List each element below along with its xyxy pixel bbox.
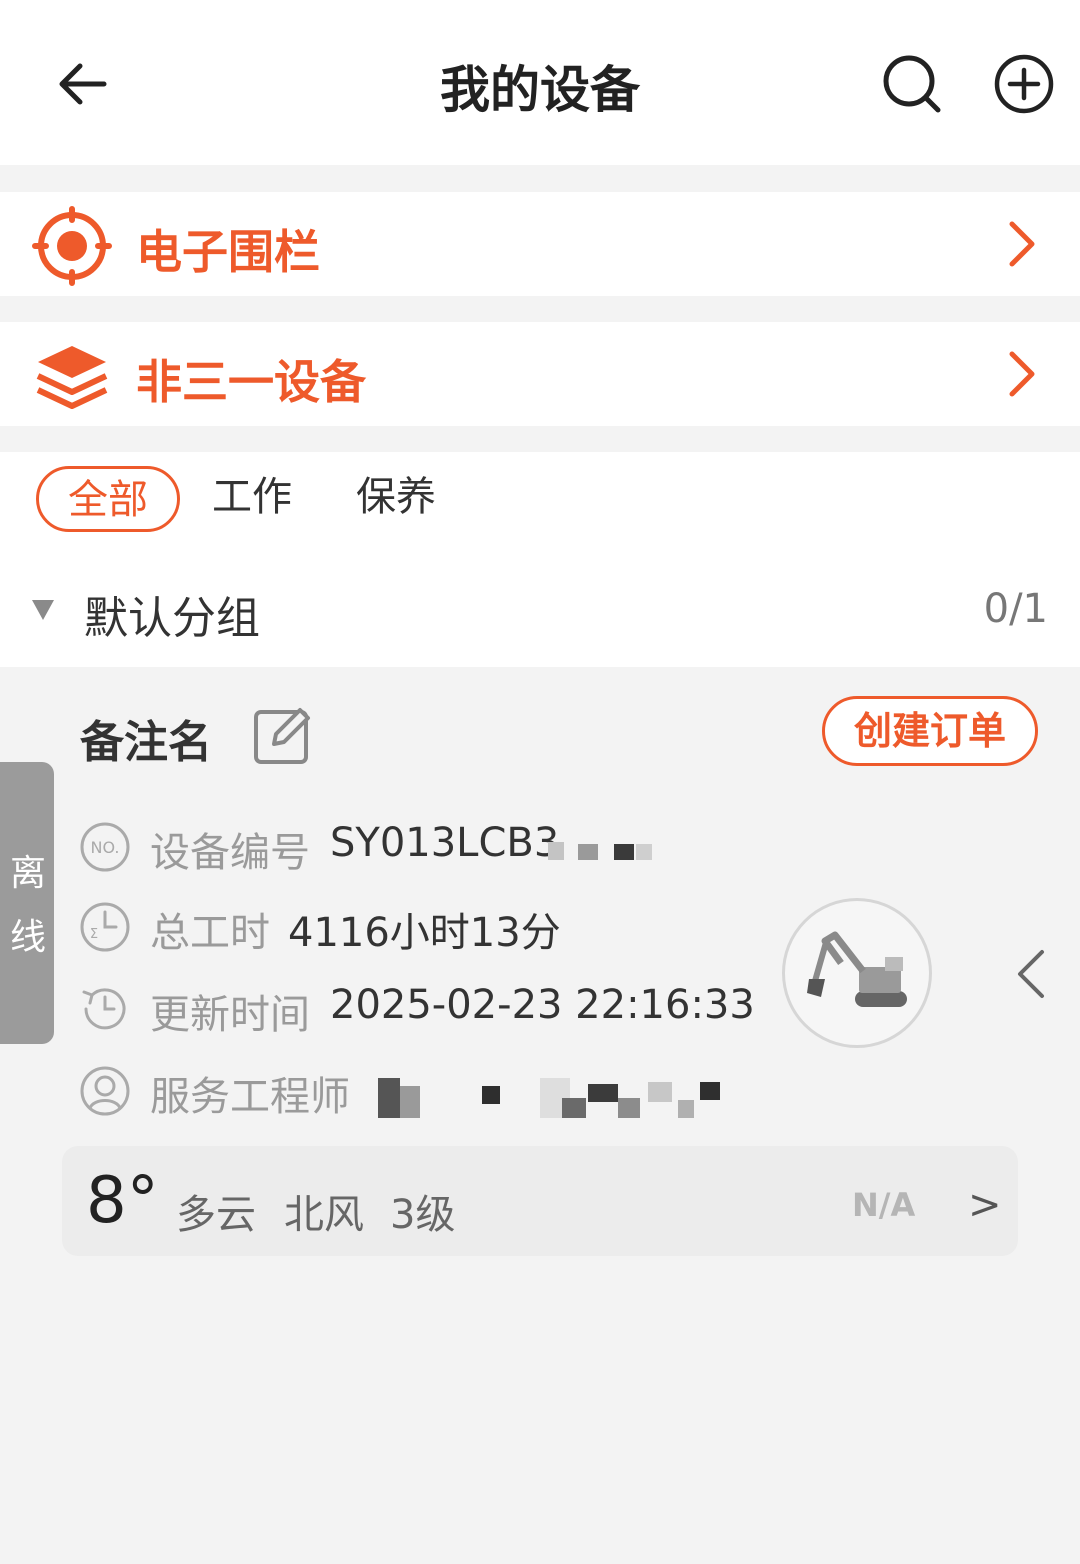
- service-engineer-label: 服务工程师: [150, 1074, 350, 1120]
- device-number-label: 设备编号: [150, 830, 310, 876]
- excavator-icon: [807, 931, 907, 1007]
- offline-status-badge: 离线: [0, 762, 54, 1044]
- weather-condition: 多云: [176, 1192, 256, 1238]
- chevron-right-icon: [1009, 221, 1035, 267]
- create-order-button[interactable]: 创建订单: [822, 696, 1038, 766]
- total-hours-label: 总工时: [150, 910, 270, 956]
- status-text: 离线: [9, 853, 46, 958]
- device-filter-section: 全部 工作 保养 默认分组 0/1: [0, 452, 1080, 667]
- user-circle-icon: [80, 1066, 130, 1116]
- total-hours-row: Σ 总工时 4116小时13分: [78, 898, 718, 958]
- device-image[interactable]: [782, 898, 932, 1048]
- history-icon: [82, 988, 126, 1030]
- total-hours-value: 4116小时13分: [288, 910, 561, 956]
- edit-icon[interactable]: [252, 704, 314, 766]
- layers-icon: [36, 346, 108, 409]
- search-icon[interactable]: [880, 52, 944, 116]
- menu-item-non-sany-devices[interactable]: 非三一设备: [0, 322, 1080, 426]
- weather-wind-level: 3级: [390, 1192, 456, 1238]
- service-engineer-row: 服务工程师: [78, 1062, 738, 1122]
- chevron-right-icon: [1009, 351, 1035, 397]
- chevron-left-icon[interactable]: [1008, 946, 1052, 1002]
- svg-text:NO.: NO.: [91, 838, 120, 857]
- device-number-value: SY013LCB3: [330, 820, 560, 866]
- weather-aqi: N/A: [852, 1186, 916, 1224]
- hours-clock-icon: Σ: [80, 902, 130, 952]
- svg-text:Σ: Σ: [90, 927, 98, 942]
- redacted-mosaic: [378, 1078, 728, 1122]
- filter-chip-working[interactable]: 工作: [196, 466, 308, 532]
- group-header[interactable]: 默认分组 0/1: [0, 576, 1080, 646]
- update-time-label: 更新时间: [150, 992, 310, 1038]
- filter-chip-all[interactable]: 全部: [36, 466, 180, 532]
- group-count: 0/1: [983, 586, 1048, 632]
- no-badge-icon: NO.: [80, 822, 130, 872]
- update-time-row: 更新时间 2025-02-23 22:16:33: [78, 980, 758, 1040]
- menu-label: 电子围栏: [136, 225, 320, 279]
- add-circle-icon[interactable]: [992, 52, 1056, 116]
- triangle-down-icon: [32, 600, 54, 620]
- weather-wind-direction: 北风: [284, 1192, 364, 1238]
- weather-bar[interactable]: 8° 多云 北风 3级 N/A >: [62, 1146, 1018, 1256]
- weather-temperature: 8°: [86, 1164, 159, 1238]
- menu-label: 非三一设备: [136, 355, 366, 409]
- group-label: 默认分组: [84, 593, 260, 644]
- app-header: 我的设备: [0, 0, 1080, 165]
- update-time-value: 2025-02-23 22:16:33: [330, 982, 755, 1028]
- geofence-target-icon: [32, 206, 112, 286]
- filter-chip-maintenance[interactable]: 保养: [340, 466, 452, 532]
- device-number-row: NO. 设备编号 SY013LCB3: [78, 818, 718, 878]
- device-remark-name: 备注名: [80, 717, 212, 768]
- redacted-mosaic: [548, 842, 658, 870]
- menu-item-geofence[interactable]: 电子围栏: [0, 192, 1080, 296]
- weather-more-chevron: >: [968, 1182, 1002, 1228]
